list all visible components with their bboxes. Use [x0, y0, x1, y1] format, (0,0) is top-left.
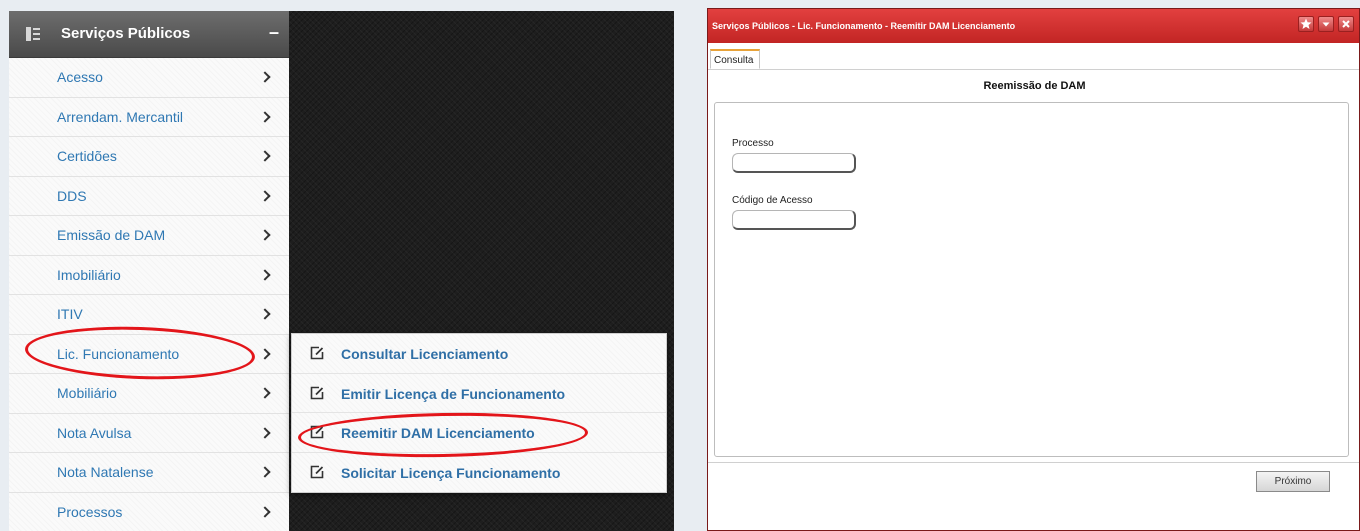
menu-item-emissao-de-dam[interactable]: Emissão de DAM: [9, 216, 289, 256]
submenu-item-label: Solicitar Licença Funcionamento: [341, 464, 561, 481]
chevron-right-icon: [259, 110, 271, 123]
menu-item-label: Nota Natalense: [57, 464, 154, 480]
menu-item-label: Nota Avulsa: [57, 424, 132, 441]
menu-item-label: Processos: [57, 503, 123, 520]
menu-item-label: ITIV: [57, 306, 83, 322]
chevron-right-icon: [259, 229, 271, 241]
menu-item-imobiliario[interactable]: Imobiliário: [9, 255, 289, 295]
menu-header: Serviços Públicos –: [9, 11, 289, 58]
chevron-right-icon: [259, 268, 271, 281]
chevron-right-icon: [259, 505, 271, 518]
menu-item-mobiliario[interactable]: Mobiliário: [9, 374, 289, 414]
chevron-right-icon: [259, 150, 271, 162]
menu-item-processos[interactable]: Processos: [9, 492, 289, 531]
chevron-right-icon: [259, 387, 271, 399]
codigo-acesso-input[interactable]: [732, 210, 856, 230]
submenu-item-consultar-licenciamento[interactable]: Consultar Licenciamento: [292, 334, 666, 374]
menu-item-label: Lic. Funcionamento: [57, 345, 180, 362]
chevron-right-icon: [259, 189, 271, 202]
services-panel: Serviços Públicos – Acesso Arrendam. Mer…: [9, 11, 674, 531]
footer-divider: [708, 462, 1359, 463]
close-icon[interactable]: [1338, 16, 1354, 32]
menu-list-icon: [26, 27, 40, 41]
processo-input[interactable]: [732, 153, 856, 173]
dropdown-icon[interactable]: [1318, 16, 1334, 32]
processo-label: Processo: [732, 138, 774, 149]
chevron-right-icon: [259, 347, 271, 360]
chevron-right-icon: [259, 466, 271, 478]
menu-item-nota-natalense[interactable]: Nota Natalense: [9, 453, 289, 493]
submenu-lic-funcionamento: Consultar Licenciamento Emitir Licença d…: [291, 333, 667, 493]
menu-item-label: Certidões: [57, 148, 117, 164]
edit-icon: [310, 425, 324, 439]
edit-icon: [310, 386, 324, 399]
menu-item-itiv[interactable]: ITIV: [9, 295, 289, 335]
menu-item-label: Imobiliário: [57, 266, 121, 283]
reemitir-dam-window: Serviços Públicos - Lic. Funcionamento -…: [707, 8, 1360, 531]
tab-consulta[interactable]: Consulta: [710, 49, 760, 69]
menu-item-nota-avulsa[interactable]: Nota Avulsa: [9, 413, 289, 453]
menu-title: Serviços Públicos: [61, 25, 191, 42]
form-box: Processo Código de Acesso: [714, 102, 1349, 457]
edit-icon: [310, 465, 324, 478]
services-menu: Serviços Públicos – Acesso Arrendam. Mer…: [9, 11, 289, 531]
submenu-item-label: Emitir Licença de Funcionamento: [341, 385, 566, 402]
menu-item-lic-funcionamento[interactable]: Lic. Funcionamento: [9, 334, 289, 374]
codigo-acesso-label: Código de Acesso: [732, 195, 813, 206]
submenu-item-label: Consultar Licenciamento: [341, 346, 509, 362]
window-title: Serviços Públicos - Lic. Funcionamento -…: [712, 21, 1016, 31]
tab-bar: Consulta: [708, 43, 1359, 70]
menu-item-label: Emissão de DAM: [57, 227, 166, 243]
menu-item-label: Mobiliário: [57, 385, 117, 401]
menu-item-dds[interactable]: DDS: [9, 176, 289, 216]
submenu-item-solicitar-licenca[interactable]: Solicitar Licença Funcionamento: [292, 452, 666, 492]
star-icon[interactable]: [1298, 16, 1314, 32]
submenu-item-emitir-licenca[interactable]: Emitir Licença de Funcionamento: [292, 373, 666, 413]
submenu-item-reemitir-dam[interactable]: Reemitir DAM Licenciamento: [292, 413, 666, 453]
proximo-button[interactable]: Próximo: [1256, 471, 1330, 492]
chevron-right-icon: [259, 426, 271, 439]
collapse-icon[interactable]: –: [269, 22, 279, 43]
menu-item-arrendam-mercantil[interactable]: Arrendam. Mercantil: [9, 97, 289, 137]
menu-item-label: Arrendam. Mercantil: [57, 108, 184, 125]
menu-item-acesso[interactable]: Acesso: [9, 58, 289, 98]
form-title: Reemissão de DAM: [983, 80, 1086, 92]
window-titlebar: Serviços Públicos - Lic. Funcionamento -…: [708, 9, 1359, 43]
menu-item-certidoes[interactable]: Certidões: [9, 137, 289, 177]
chevron-right-icon: [259, 71, 271, 83]
menu-item-label: DDS: [57, 187, 87, 204]
edit-icon: [310, 346, 324, 360]
chevron-right-icon: [259, 308, 271, 320]
submenu-item-label: Reemitir DAM Licenciamento: [341, 425, 535, 441]
menu-item-label: Acesso: [57, 69, 103, 85]
